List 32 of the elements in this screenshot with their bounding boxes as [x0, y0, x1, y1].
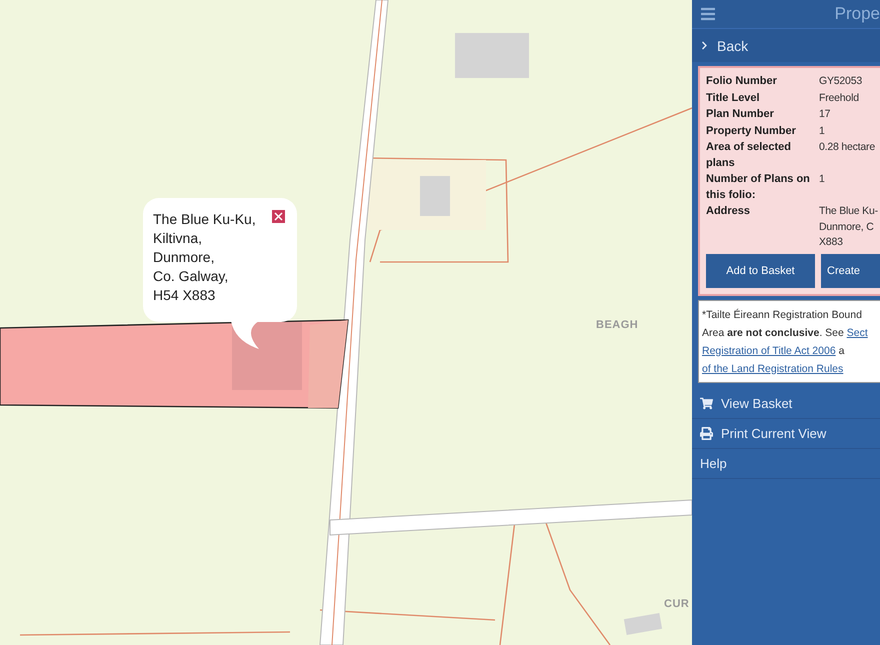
detail-value: 0.28 hectare — [819, 140, 876, 155]
cart-icon — [700, 396, 713, 410]
back-button[interactable]: Back — [692, 28, 880, 62]
detail-value: 1 — [819, 172, 826, 187]
notice-link[interactable]: of the Land Registration Rules — [702, 362, 844, 374]
disclaimer-notice: *Tailte Éireann Registration Bound Area are not conclusive. See Sect Registration of Title Act 2006 a of the Land Registration Rules — [698, 300, 880, 382]
detail-label: Plan Number — [706, 107, 775, 122]
detail-value: 17 — [819, 107, 832, 122]
detail-value: 1 — [819, 124, 826, 138]
action-button[interactable]: Create — [821, 254, 880, 288]
detail-label: Address — [706, 204, 752, 219]
detail-label: Area of selected plans — [706, 140, 792, 170]
place-label: BEAGH — [596, 319, 638, 331]
place-label: CUR — [664, 598, 690, 610]
detail-label: Number of Plans on this folio: — [706, 172, 811, 202]
detail-label: Folio Number — [706, 74, 778, 89]
chevron-icon — [700, 41, 709, 50]
panel-title: Prope — [834, 4, 880, 24]
notice-link[interactable]: Registration of Title Act 2006 — [702, 344, 836, 356]
action-button[interactable]: Add to Basket — [706, 254, 815, 288]
popup-tail — [231, 321, 261, 351]
notice-link[interactable]: Sect — [846, 326, 868, 338]
menu-icon[interactable] — [700, 6, 716, 22]
detail-label: Title Level — [706, 90, 761, 106]
detail-label: Property Number — [706, 124, 797, 138]
detail-value: Freehold — [819, 90, 860, 106]
map[interactable]: BEAGH CUR The Blue Ku-Ku, Kiltivna, Dunmore, Co. Galway, H54 X883 — [0, 0, 692, 645]
close-icon[interactable] — [272, 210, 285, 223]
popup-address: The Blue Ku-Ku, Kiltivna, Dunmore, Co. Galway, H54 X883 — [153, 210, 257, 305]
detail-value: The Blue Ku- Dunmore, C X883 — [819, 204, 879, 250]
detail-value: GY52053 — [819, 74, 863, 89]
printer-icon — [700, 426, 713, 440]
